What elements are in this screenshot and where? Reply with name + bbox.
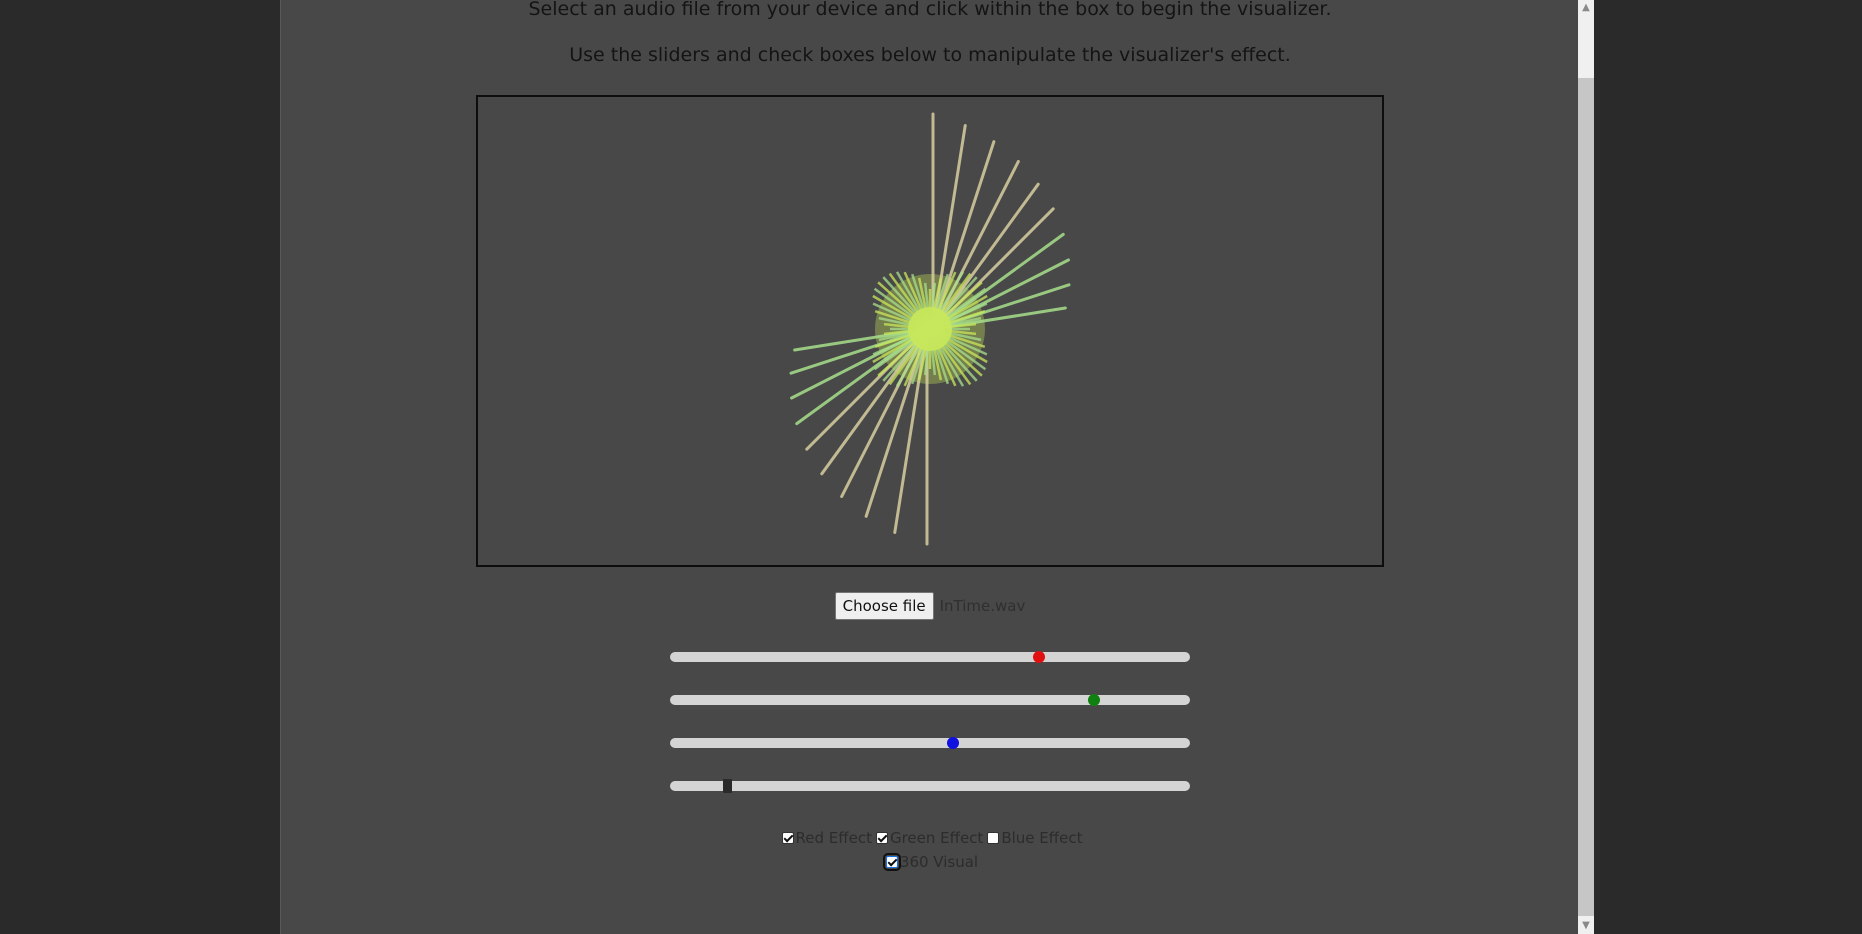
file-input[interactable]: Choose file InTime.wav: [281, 592, 1579, 620]
fourth-slider-thumb[interactable]: [723, 779, 733, 793]
green-effect-label: Green Effect: [889, 829, 984, 847]
effect-checkboxes: Red Effect Green Effect Blue Effect 360 …: [281, 826, 1579, 874]
blue-effect-label: Blue Effect: [1001, 829, 1083, 847]
blue-slider[interactable]: [670, 737, 1190, 749]
scroll-down-arrow-icon[interactable]: ▼: [1578, 918, 1594, 934]
choose-file-button[interactable]: Choose file: [834, 592, 934, 620]
scroll-up-arrow-icon[interactable]: ▲: [1578, 0, 1594, 16]
visualizer-canvas[interactable]: [476, 95, 1384, 567]
scrollbar-thumb[interactable]: [1580, 18, 1592, 76]
red-effect-label: Red Effect: [795, 829, 872, 847]
blue-effect-checkbox[interactable]: [987, 832, 1000, 844]
red-slider-thumb[interactable]: [1033, 651, 1046, 663]
file-name: InTime.wav: [939, 597, 1026, 615]
360-visual-label: 360 Visual: [899, 853, 979, 871]
visualizer-graphic: [789, 112, 1071, 546]
green-slider-thumb[interactable]: [1087, 694, 1100, 706]
intro-line-1: Select an audio file from your device an…: [528, 0, 1332, 20]
red-slider[interactable]: [670, 651, 1190, 663]
green-slider[interactable]: [670, 694, 1190, 706]
fourth-slider[interactable]: [670, 779, 1190, 793]
360-visual-checkbox[interactable]: [882, 853, 901, 871]
scrollbar-track[interactable]: [1578, 78, 1594, 916]
intro-line-2: Use the sliders and check boxes below to…: [569, 44, 1291, 66]
vertical-scrollbar[interactable]: ▲ ▼: [1578, 0, 1594, 934]
green-effect-checkbox[interactable]: [875, 832, 888, 844]
blue-slider-thumb[interactable]: [947, 737, 960, 749]
visualizer-core: [908, 307, 952, 351]
red-effect-checkbox[interactable]: [781, 832, 794, 844]
main-page: Select an audio file from your device an…: [280, 0, 1579, 934]
